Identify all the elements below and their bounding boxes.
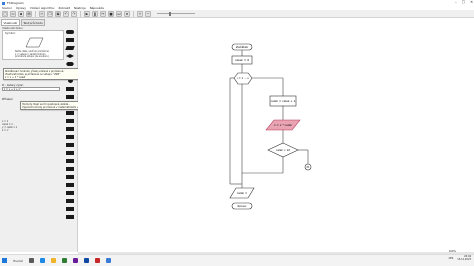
tab-test-pruchodu[interactable]: Test průchodu (20, 19, 46, 26)
new-icon[interactable]: □ (2, 10, 8, 17)
undo-icon[interactable]: ↶ (63, 10, 69, 17)
tab-vlastnosti[interactable]: Vlastnosti (1, 19, 20, 26)
toolbar: □ ▭ ▪ ▤ ✂ ❐ ▣ ↶ ↷ ▶ ❚ ↦ ■ ⏭ ⏹ + − (0, 10, 474, 18)
taskbar-search[interactable]: Hledat (13, 259, 23, 263)
stop-icon[interactable]: ■ (108, 10, 114, 17)
properties-panel: Vlastnosti Test průchodu Vlastnosti blok… (0, 18, 130, 252)
start-label: Začátek (236, 45, 248, 49)
cut-icon[interactable]: ✂ (39, 10, 45, 17)
zoom-out-icon[interactable]: − (145, 10, 151, 17)
maximize-icon[interactable]: □ (462, 0, 465, 4)
help-tooltip: Rozdělovací hodnotu (čísla) uložené v pr… (3, 68, 83, 81)
close-icon[interactable]: ✕ (470, 0, 473, 4)
disk-shape-icon[interactable] (66, 183, 74, 187)
app-icon-red[interactable] (94, 258, 100, 263)
card-shape-icon[interactable] (66, 167, 74, 171)
calc-label: celek = celek + 1 (271, 99, 296, 103)
windows-start-icon[interactable] (2, 258, 7, 263)
process-shape-icon[interactable] (66, 38, 74, 42)
fcdiagram-task-icon[interactable] (105, 258, 111, 263)
run-icon[interactable]: ▶ (84, 10, 90, 17)
app-icon (2, 1, 5, 5)
zoom-slider[interactable] (157, 11, 195, 16)
step-icon[interactable]: ↦ (100, 10, 106, 17)
expression-field-row: Pr - zadaný výraz: z = y + z + x² (2, 84, 62, 91)
word-icon[interactable] (83, 258, 89, 263)
display-shape-icon[interactable] (66, 119, 74, 123)
edge-icon[interactable] (39, 258, 45, 263)
io-shape-icon[interactable] (65, 46, 75, 50)
extract-shape-icon[interactable] (66, 143, 74, 147)
end-icon[interactable]: ⏹ (124, 10, 130, 17)
output-list: x = 1 celek = z y = celek x 1 z = x² (2, 120, 62, 132)
list-item[interactable]: z = x² (2, 129, 62, 132)
end-shape-icon[interactable] (66, 215, 74, 219)
toolbar-separator (133, 10, 134, 17)
input-label: x = x * celek (274, 123, 292, 127)
clock-date: 15.11.2023 (457, 258, 471, 261)
copy-icon[interactable]: ❐ (47, 10, 53, 17)
zoom-in-icon[interactable]: + (137, 10, 143, 17)
decision-label: celek < 10 (276, 148, 290, 152)
redo-icon[interactable]: ↷ (71, 10, 77, 17)
taskbar: Hledat (0, 254, 474, 266)
symbol-preview-box: Symbol: Načte data, uloží do proměnné x … (2, 30, 64, 60)
symbol-caption: Načte data, uloží do proměnné x = vstupn… (3, 50, 63, 59)
merge-shape-icon[interactable] (66, 135, 74, 139)
diagram-canvas[interactable]: Začátek celek = 0 i = 1 ... n celek = ce… (78, 18, 474, 252)
assign-label: celek = 0 (235, 58, 249, 62)
terminator-shape-icon[interactable] (66, 30, 74, 34)
loop-label: i = 1 ... n (237, 76, 249, 80)
flowchart: Začátek celek = 0 i = 1 ... n celek = ce… (229, 43, 312, 210)
store-shape-icon[interactable] (66, 159, 74, 163)
parallelogram-icon (25, 37, 44, 48)
offpage-shape-icon[interactable] (66, 191, 74, 195)
delay-shape-icon[interactable] (66, 127, 74, 131)
help-tooltip-line: z = x + 1 * celek (5, 75, 26, 79)
paste-icon[interactable]: ▣ (55, 10, 61, 17)
symbol-caption-line: proměnné vstupu (ze souboru) (15, 55, 49, 59)
excel-icon[interactable] (61, 258, 67, 263)
window-controls: – □ ✕ (455, 0, 473, 4)
decision-shape-icon[interactable] (66, 54, 74, 58)
next-icon[interactable]: ⏭ (116, 10, 122, 17)
print-icon[interactable]: ▤ (26, 10, 32, 17)
comment-shape-icon[interactable] (66, 87, 74, 91)
minimize-icon[interactable]: – (455, 0, 457, 4)
tape-shape-icon[interactable] (66, 175, 74, 179)
pause-icon[interactable]: ❚ (92, 10, 98, 17)
toolbar-separator (35, 10, 36, 17)
expression-field[interactable]: z = y + z + x² (2, 87, 60, 91)
open-icon[interactable]: ▭ (10, 10, 16, 17)
tray-clock[interactable]: 20:04 15.11.2023 (457, 255, 471, 261)
page-shape-icon[interactable] (66, 95, 74, 99)
window-title: FCDiagram (7, 1, 24, 5)
shape-palette (65, 30, 75, 219)
language-indicator[interactable]: CES (449, 257, 454, 260)
teams-icon[interactable] (72, 258, 78, 263)
save-icon[interactable]: ▪ (18, 10, 24, 17)
loop-shape-icon[interactable] (66, 62, 74, 66)
system-tray: CES 20:04 15.11.2023 (449, 255, 471, 261)
zoom-level: 100% (448, 250, 456, 253)
panel-tabs: Vlastnosti Test průchodu (0, 18, 77, 26)
file-explorer-icon[interactable] (50, 258, 56, 263)
task-view-icon[interactable] (28, 258, 34, 263)
annotation-shape-icon[interactable] (66, 199, 74, 203)
prep-shape-icon[interactable] (66, 207, 74, 211)
sort-shape-icon[interactable] (66, 151, 74, 155)
manual-shape-icon[interactable] (66, 111, 74, 115)
end-label: Konec (237, 204, 246, 208)
output-block-label: celek = (237, 191, 248, 195)
toolbar-separator (80, 10, 81, 17)
